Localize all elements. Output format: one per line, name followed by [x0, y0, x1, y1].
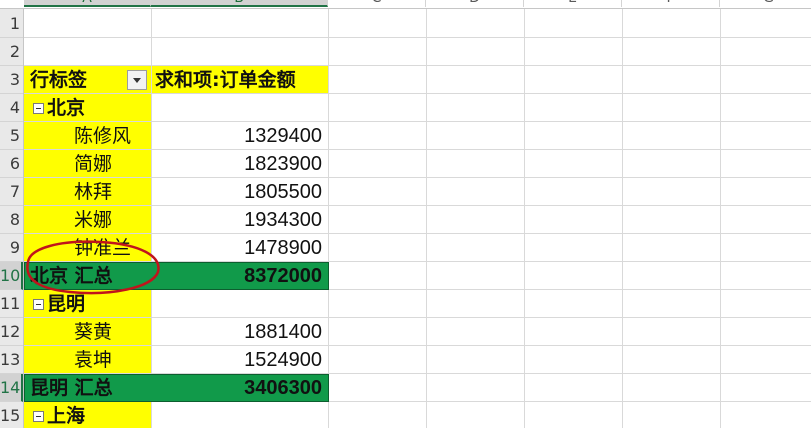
item-label[interactable]: 袁坤: [74, 346, 150, 374]
row-header-14[interactable]: 14: [0, 374, 23, 402]
row-header-bar: 1 2 3 4 5 6 7 8 9 10 11 12 13 14 15: [0, 9, 24, 428]
spreadsheet: A B C D E F G 1 2 3 4 5 6 7 8 9 10 11 12…: [0, 0, 811, 428]
column-header-e[interactable]: E: [524, 0, 622, 7]
row-header-11[interactable]: 11: [0, 290, 23, 318]
column-header-bar: A B C D E F G: [0, 0, 811, 8]
gridline-v: [720, 9, 721, 428]
gridline-h: [24, 65, 811, 66]
item-value[interactable]: 1478900: [154, 234, 322, 262]
row-header-8[interactable]: 8: [0, 206, 23, 234]
item-value[interactable]: 1524900: [154, 346, 322, 374]
column-header-d[interactable]: D: [426, 0, 524, 7]
column-header-c[interactable]: C: [328, 0, 426, 7]
gridline-v: [426, 9, 427, 428]
row-header-13[interactable]: 13: [0, 346, 23, 374]
row-header-5[interactable]: 5: [0, 122, 23, 150]
row-header-15[interactable]: 15: [0, 402, 23, 428]
row-header-1[interactable]: 1: [0, 10, 23, 38]
row-header-12[interactable]: 12: [0, 318, 23, 346]
subtotal-label-beijing[interactable]: 北京 汇总: [30, 262, 148, 290]
item-value[interactable]: 1329400: [154, 122, 322, 150]
row-labels-header[interactable]: 行标签: [30, 66, 130, 94]
item-label[interactable]: 葵黄: [74, 318, 150, 346]
subtotal-value-beijing[interactable]: 8372000: [154, 262, 322, 290]
collapse-icon[interactable]: [33, 103, 44, 114]
column-header-b[interactable]: B: [151, 0, 328, 7]
row-header-3[interactable]: 3: [0, 66, 23, 94]
item-label[interactable]: 钟准兰: [74, 234, 150, 262]
row-header-2[interactable]: 2: [0, 38, 23, 66]
item-value[interactable]: 1881400: [154, 318, 322, 346]
item-label[interactable]: 林拜: [74, 178, 150, 206]
row-header-4[interactable]: 4: [0, 94, 23, 122]
group-label-beijing[interactable]: 北京: [47, 94, 147, 122]
row-header-9[interactable]: 9: [0, 234, 23, 262]
column-header-a[interactable]: A: [24, 0, 151, 7]
item-value[interactable]: 1805500: [154, 178, 322, 206]
row-header-6[interactable]: 6: [0, 150, 23, 178]
collapse-icon[interactable]: [33, 299, 44, 310]
subtotal-value-kunming[interactable]: 3406300: [154, 374, 322, 402]
column-header-f[interactable]: F: [622, 0, 720, 7]
item-label[interactable]: 米娜: [74, 206, 150, 234]
gridline-h: [24, 37, 811, 38]
value-field-header[interactable]: 求和项:订单金额: [155, 66, 327, 94]
group-label-shanghai[interactable]: 上海: [47, 402, 147, 428]
group-label-kunming[interactable]: 昆明: [47, 290, 147, 318]
cell-grid[interactable]: 行标签 求和项:订单金额 北京 陈修风 1329400 简娜 1823900 林…: [24, 9, 811, 428]
subtotal-label-kunming[interactable]: 昆明 汇总: [30, 374, 148, 402]
collapse-icon[interactable]: [33, 411, 44, 422]
gridline-v: [328, 9, 329, 428]
item-value[interactable]: 1823900: [154, 150, 322, 178]
item-label[interactable]: 简娜: [74, 150, 150, 178]
row-header-10[interactable]: 10: [0, 262, 23, 290]
filter-dropdown-button[interactable]: [127, 70, 147, 90]
gridline-v: [151, 9, 152, 428]
gridline-v: [622, 9, 623, 428]
column-header-g[interactable]: G: [720, 0, 811, 7]
item-label[interactable]: 陈修风: [74, 122, 150, 150]
gridline-v: [524, 9, 525, 428]
row-header-7[interactable]: 7: [0, 178, 23, 206]
item-value[interactable]: 1934300: [154, 206, 322, 234]
